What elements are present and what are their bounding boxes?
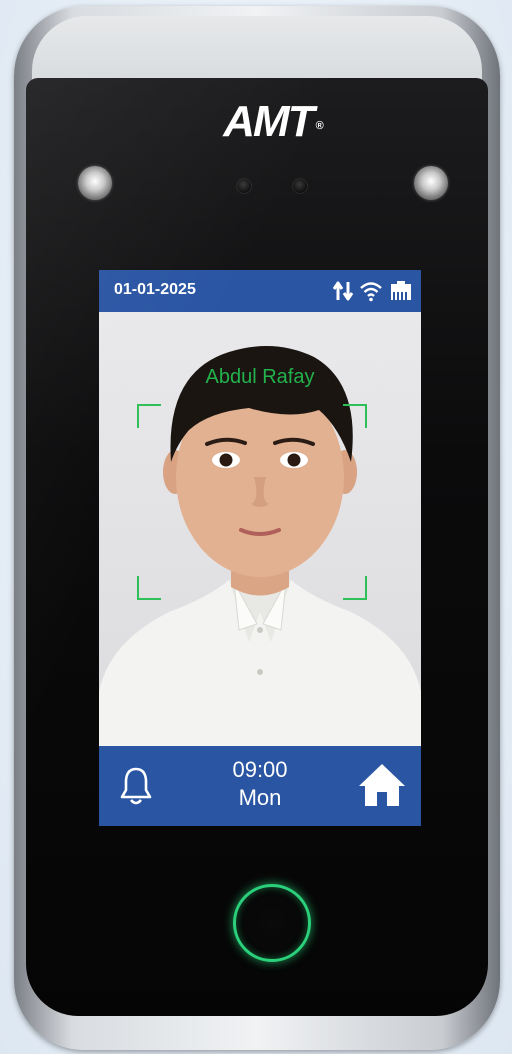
home-icon[interactable] — [357, 762, 407, 813]
bell-icon[interactable] — [119, 766, 153, 811]
face-frame-corner — [137, 576, 161, 600]
product-stage: AMT ® 01-01-2025 Abdul Rafay 09:00 Mon — [0, 0, 512, 1054]
wifi-icon — [360, 282, 382, 302]
device-screen: 01-01-2025 Abdul Rafay 09:00 Mon — [99, 270, 421, 826]
time-label: 09:00 — [232, 757, 288, 782]
status-bar: 01-01-2025 — [99, 270, 421, 312]
face-frame-corner — [343, 576, 367, 600]
fingerprint-sensor[interactable] — [233, 884, 311, 962]
face-frame-corner — [343, 404, 367, 428]
date-label: 01-01-2025 — [114, 281, 196, 298]
bottom-bar: 09:00 Mon — [99, 746, 421, 826]
data-transfer-icon — [333, 281, 353, 301]
face-frame-corner — [137, 404, 161, 428]
status-icons — [333, 278, 413, 304]
recognized-name-label: Abdul Rafay — [205, 366, 315, 388]
day-label: Mon — [238, 785, 282, 810]
device-front-panel: AMT ® 01-01-2025 Abdul Rafay 09:00 Mon — [26, 78, 488, 1016]
brand-logo: AMT ® — [223, 97, 324, 146]
ir-light-left-icon — [78, 166, 112, 200]
camera-preview: Abdul Rafay — [99, 312, 421, 746]
camera-lens-icon — [292, 178, 308, 194]
camera-lens-icon — [236, 178, 252, 194]
ir-light-right-icon — [414, 166, 448, 200]
ethernet-icon — [391, 281, 411, 300]
terminal-device: AMT ® 01-01-2025 Abdul Rafay 09:00 Mon — [14, 6, 500, 1050]
clock-display: 09:00 Mon — [199, 756, 321, 812]
